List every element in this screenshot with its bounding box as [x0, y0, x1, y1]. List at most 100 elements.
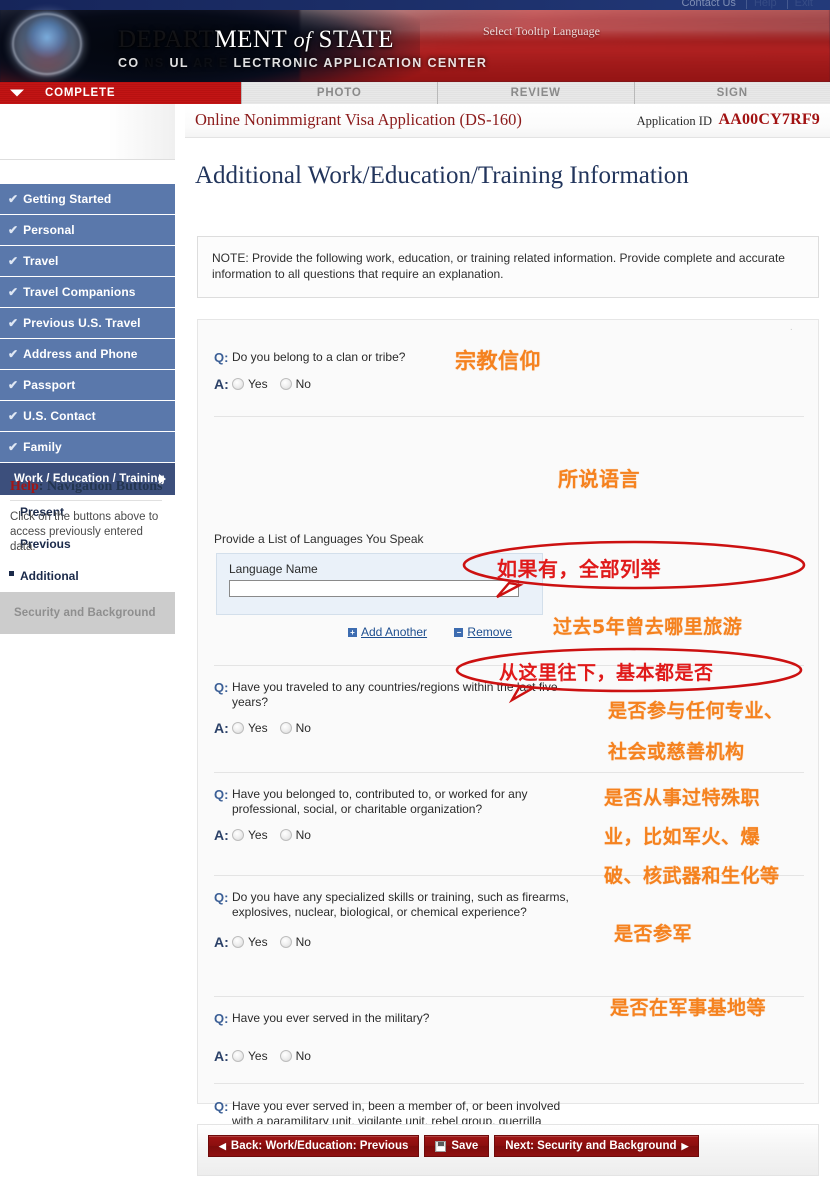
check-icon: ✔	[8, 254, 19, 268]
radio-no-label: No	[295, 935, 311, 949]
department-title-dim: DEPART	[118, 26, 215, 53]
tab-review[interactable]: REVIEW	[438, 82, 635, 104]
department-title-main: MENT	[214, 26, 287, 53]
answer-label: A:	[214, 720, 229, 736]
annotation-professional-orgs-line2: 社会或慈善机构	[608, 741, 745, 763]
sidebar-item-travel[interactable]: ✔ Travel	[0, 246, 175, 276]
question-label: Q:	[214, 890, 229, 905]
sidebar-item-label: Passport	[23, 378, 76, 392]
help-title-suffix: : Navigation Buttons	[38, 479, 163, 494]
answer-row: A: Yes No	[214, 376, 804, 392]
radio-yes-specialized-skills[interactable]	[232, 936, 244, 948]
question-text: Have you belonged to, contributed to, or…	[232, 787, 528, 816]
minus-icon: −	[454, 628, 464, 637]
radio-yes-label: Yes	[248, 721, 268, 735]
sidebar-disabled-label: Security and Background	[14, 607, 156, 619]
plus-icon: +	[348, 628, 357, 637]
check-icon: ✔	[8, 409, 19, 423]
next-button-label: Next: Security and Background	[505, 1140, 677, 1152]
sidebar-item-label: Travel	[23, 254, 59, 268]
sidebar-item-family[interactable]: ✔ Family	[0, 432, 175, 462]
exit-link[interactable]: Exit	[786, 0, 820, 9]
sidebar-item-us-contact[interactable]: ✔ U.S. Contact	[0, 401, 175, 431]
select-tooltip-language-label[interactable]: Select Tooltip Language	[483, 24, 600, 39]
next-button[interactable]: Next: Security and Background ▶	[494, 1135, 700, 1157]
help-title-prefix: Help	[10, 479, 39, 494]
answer-row: A: Yes No	[214, 1048, 804, 1064]
radio-no-clan-tribe[interactable]	[279, 378, 292, 390]
language-name-input[interactable]	[229, 580, 519, 597]
radio-no-organizations[interactable]	[279, 829, 292, 841]
annotation-religion-belief: 宗教信仰	[455, 349, 541, 373]
sidebar-item-getting-started[interactable]: ✔ Getting Started	[0, 184, 175, 214]
seal-ring-icon	[12, 13, 82, 75]
sidebar-subitem-additional[interactable]: Additional	[0, 560, 175, 592]
radio-yes-organizations[interactable]	[232, 829, 244, 841]
tab-sign-label: SIGN	[716, 87, 748, 99]
add-another-language-button[interactable]: + Add Another	[348, 625, 427, 639]
check-icon: ✔	[8, 192, 19, 206]
annotation-special-skills-line2: 业，比如军火、爆	[604, 826, 761, 848]
radio-yes-traveled-countries[interactable]	[232, 722, 244, 734]
help-panel: Help: Navigation Buttons Click on the bu…	[0, 479, 172, 555]
page-title: Additional Work/Education/Training Infor…	[195, 162, 689, 189]
department-title: DEPARTMENT of STATE	[118, 26, 538, 54]
tab-complete[interactable]: COMPLETE	[0, 82, 242, 104]
sidebar-subitem-label: Additional	[20, 569, 79, 583]
sidebar-item-label: Previous U.S. Travel	[23, 316, 141, 330]
annotation-list-all-if-any: 如果有，全部列举	[497, 557, 661, 581]
check-icon: ✔	[8, 316, 19, 330]
section-divider	[214, 772, 804, 773]
floppy-disk-icon	[435, 1140, 447, 1152]
help-link[interactable]: Help	[745, 0, 784, 9]
question-text: Do you have any specialized skills or tr…	[232, 890, 569, 919]
sidebar-item-travel-companions[interactable]: ✔ Travel Companions	[0, 277, 175, 307]
save-button[interactable]: Save	[424, 1135, 490, 1157]
sidebar-item-passport[interactable]: ✔ Passport	[0, 370, 175, 400]
department-subtitle: CO NS UL AR E LECTRONIC APPLICATION CENT…	[118, 56, 488, 70]
radio-no-label: No	[295, 721, 311, 735]
sidebar-item-personal[interactable]: ✔ Personal	[0, 215, 175, 245]
answer-label: A:	[214, 934, 229, 950]
note-box: NOTE: Provide the following work, educat…	[197, 236, 819, 298]
answer-label: A:	[214, 827, 229, 843]
sidebar-header-spacer	[0, 104, 175, 160]
department-title-of: of	[293, 27, 312, 52]
radio-no-military-service[interactable]	[279, 1050, 292, 1062]
back-button-label: Back: Work/Education: Previous	[230, 1140, 409, 1152]
radio-no-specialized-skills[interactable]	[279, 936, 292, 948]
back-button[interactable]: ◀ Back: Work/Education: Previous	[208, 1135, 420, 1157]
radio-no-label: No	[295, 1049, 311, 1063]
page-root: DEPARTMENT of STATE CO NS UL AR E LECTRO…	[0, 0, 830, 1197]
contact-us-link[interactable]: Contact Us	[674, 0, 742, 9]
navigation-button-bar: ◀ Back: Work/Education: Previous Save Ne…	[197, 1124, 819, 1176]
tab-photo[interactable]: PHOTO	[241, 82, 438, 104]
radio-no-traveled-countries[interactable]	[279, 722, 292, 734]
languages-section-label: Provide a List of Languages You Speak	[214, 532, 424, 546]
caret-down-icon	[10, 89, 24, 97]
annotation-spoken-languages: 所说语言	[558, 467, 640, 491]
save-button-label: Save	[451, 1140, 479, 1152]
question-text: Do you belong to a clan or tribe?	[232, 350, 406, 364]
radio-yes-label: Yes	[248, 828, 268, 842]
sidebar-item-security-and-background: Security and Background	[0, 592, 175, 634]
sidebar-item-previous-us-travel[interactable]: ✔ Previous U.S. Travel	[0, 308, 175, 338]
add-another-label: Add Another	[361, 625, 428, 639]
question-label: Q:	[214, 350, 229, 365]
annotation-travel-last-5-years: 过去5年曾去哪里旅游	[553, 616, 743, 638]
application-title: Online Nonimmigrant Visa Application (DS…	[195, 110, 522, 129]
radio-yes-label: Yes	[248, 935, 268, 949]
sidebar-item-label: U.S. Contact	[23, 409, 96, 423]
radio-yes-military-service[interactable]	[232, 1050, 244, 1062]
remove-language-button[interactable]: − Remove	[454, 625, 512, 639]
primary-tab-strip: COMPLETE PHOTO REVIEW SIGN	[0, 82, 830, 104]
annotation-professional-orgs-line1: 是否参与任何专业、	[608, 700, 784, 722]
answer-label: A:	[214, 376, 229, 392]
site-banner: DEPARTMENT of STATE CO NS UL AR E LECTRO…	[0, 0, 830, 82]
left-sidebar: ✔ Getting Started ✔ Personal ✔ Travel ✔ …	[0, 104, 185, 1197]
radio-yes-clan-tribe[interactable]	[232, 378, 244, 390]
tab-sign[interactable]: SIGN	[634, 82, 830, 104]
sidebar-item-address-and-phone[interactable]: ✔ Address and Phone	[0, 339, 175, 369]
answer-row: A: Yes No	[214, 934, 804, 950]
radio-no-label: No	[295, 828, 311, 842]
